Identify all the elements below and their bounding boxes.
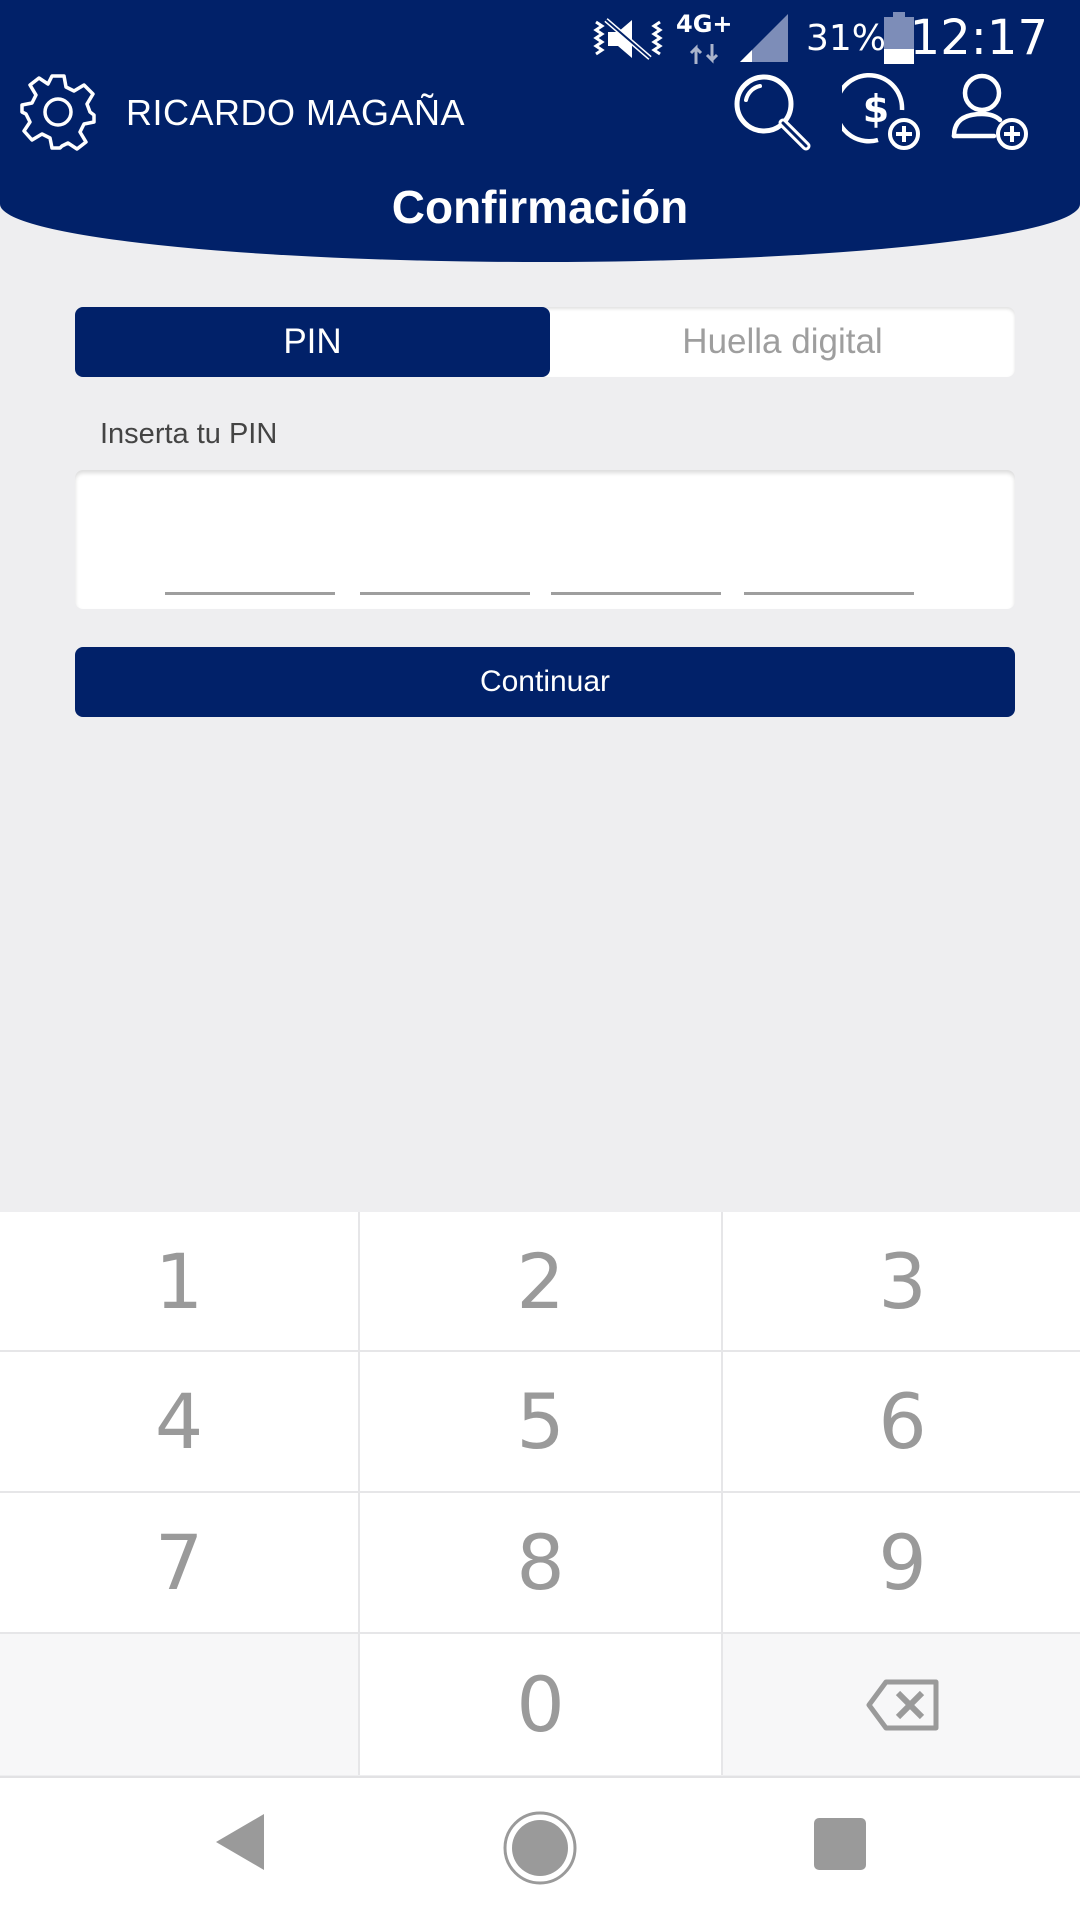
pin-digit-slot	[165, 592, 335, 595]
auth-method-tabs: PIN Huella digital	[75, 307, 1015, 377]
data-arrows-icon	[689, 44, 719, 64]
numeric-keypad: 1 2 3 4 5 6 7 8 9 0	[0, 1212, 1080, 1775]
key-3[interactable]: 3	[723, 1212, 1080, 1350]
key-empty	[0, 1634, 358, 1775]
recents-icon[interactable]	[814, 1818, 866, 1870]
clock: 12:17	[909, 10, 1048, 66]
continue-button[interactable]: Continuar	[75, 647, 1015, 717]
key-9[interactable]: 9	[723, 1493, 1080, 1632]
pin-input[interactable]	[75, 470, 1015, 609]
backspace-key[interactable]	[723, 1634, 1080, 1775]
key-0[interactable]: 0	[360, 1634, 721, 1775]
page-title: Confirmación	[391, 181, 689, 233]
back-icon[interactable]	[212, 1812, 268, 1872]
add-payment-icon[interactable]: $	[842, 72, 922, 152]
status-bar: 4G+ 31% 12:17	[0, 0, 1080, 70]
tab-pin[interactable]: PIN	[75, 307, 550, 377]
key-6[interactable]: 6	[723, 1352, 1080, 1491]
vibrate-off-icon	[593, 18, 663, 60]
home-icon[interactable]	[502, 1810, 578, 1886]
backspace-icon	[866, 1679, 938, 1730]
battery-percent: 31%	[806, 18, 887, 59]
search-icon[interactable]	[732, 72, 812, 152]
key-2[interactable]: 2	[360, 1212, 721, 1350]
tab-fingerprint[interactable]: Huella digital	[550, 307, 1015, 377]
svg-text:$: $	[863, 87, 889, 131]
pin-digit-slot	[744, 592, 914, 595]
add-contact-icon[interactable]	[950, 72, 1030, 152]
settings-gear-icon[interactable]	[18, 72, 98, 152]
pin-digit-slot	[360, 592, 530, 595]
pin-digit-slot	[551, 592, 721, 595]
network-type: 4G+	[676, 10, 733, 38]
user-name: RICARDO MAGAÑA	[126, 92, 466, 133]
signal-icon	[740, 14, 788, 62]
pin-label: Inserta tu PIN	[100, 418, 278, 450]
key-4[interactable]: 4	[0, 1352, 358, 1491]
key-5[interactable]: 5	[360, 1352, 721, 1491]
app-header: 4G+ 31% 12:17 RICARDO MAGAÑA $ Confirmac…	[0, 0, 1080, 262]
key-1[interactable]: 1	[0, 1212, 358, 1350]
system-nav-bar	[0, 1776, 1080, 1920]
key-7[interactable]: 7	[0, 1493, 358, 1632]
key-8[interactable]: 8	[360, 1493, 721, 1632]
